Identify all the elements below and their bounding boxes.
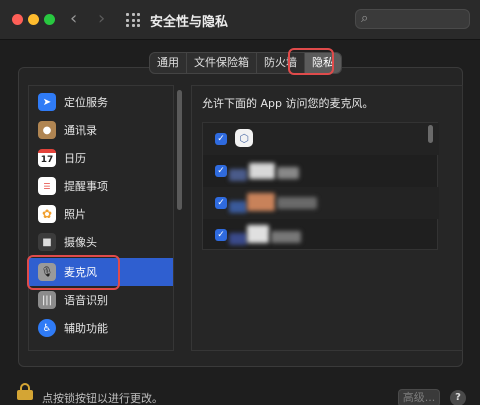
blurred-app-name [271, 231, 301, 243]
camera-icon: ■ [38, 233, 56, 251]
search-icon: ⌕ [361, 11, 369, 26]
zoom-window-button[interactable] [44, 14, 55, 25]
tab-filevault[interactable]: 文件保险箱 [187, 53, 257, 73]
app-checkbox[interactable]: ✓ [215, 229, 227, 241]
list-item[interactable]: ✓ ⬡ [203, 123, 439, 155]
back-chevron-icon[interactable]: ‹ [70, 9, 77, 29]
calendar-icon: 17 [38, 149, 56, 167]
reminders-icon: ☰ [38, 177, 56, 195]
sidebar-item-label: 定位服务 [64, 96, 108, 109]
blurred-app-icon [229, 169, 247, 181]
sidebar-item-label: 语音识别 [64, 294, 108, 307]
tab-general[interactable]: 通用 [150, 53, 187, 73]
blurred-app-name [249, 163, 275, 179]
sidebar-item-accessibility[interactable]: ♿ 辅助功能 [29, 314, 173, 342]
sidebar-item-label: 辅助功能 [64, 322, 108, 335]
sidebar-item-label: 提醒事项 [64, 180, 108, 193]
sidebar-item-photos[interactable]: ✿ 照片 [29, 200, 173, 228]
search-field[interactable]: ⌕ [355, 9, 470, 29]
sidebar-item-reminders[interactable]: ☰ 提醒事项 [29, 172, 173, 200]
sidebar-item-location-services[interactable]: ➤ 定位服务 [29, 88, 173, 116]
sidebar-item-contacts[interactable]: ● 通讯录 [29, 116, 173, 144]
forward-chevron-icon[interactable]: › [98, 9, 105, 29]
sidebar-item-camera[interactable]: ■ 摄像头 [29, 228, 173, 256]
advanced-button[interactable]: 高级... [398, 389, 440, 405]
sidebar-item-label: 摄像头 [64, 236, 97, 249]
sidebar-item-label: 通讯录 [64, 124, 97, 137]
app-checkbox[interactable]: ✓ [215, 197, 227, 209]
blurred-app-name [247, 225, 269, 243]
sidebar-item-speech-recognition[interactable]: ||| 语音识别 [29, 286, 173, 314]
privacy-sidebar: ➤ 定位服务 ● 通讯录 17 日历 ☰ 提醒事项 ✿ 照片 ■ 摄像头 🎙 麦… [28, 85, 174, 351]
sidebar-item-label: 日历 [64, 152, 86, 165]
close-window-button[interactable] [12, 14, 23, 25]
blurred-app-name [247, 193, 275, 211]
photos-icon: ✿ [38, 205, 56, 223]
sidebar-item-label: 照片 [64, 208, 86, 221]
app-checkbox[interactable]: ✓ [215, 133, 227, 145]
blurred-app-name [277, 197, 317, 209]
blurred-app-icon [229, 233, 247, 245]
lock-icon[interactable] [17, 383, 33, 400]
sidebar-item-calendar[interactable]: 17 日历 [29, 144, 173, 172]
list-item[interactable]: ✓ [203, 187, 439, 219]
app-icon: ⬡ [235, 129, 253, 147]
contacts-icon: ● [38, 121, 56, 139]
window-titlebar: ‹ › 安全性与隐私 ⌕ [0, 0, 480, 40]
app-list-scroll-thumb[interactable] [428, 125, 433, 143]
lock-hint-text: 点按锁按钮以进行更改。 [42, 392, 163, 405]
list-item[interactable]: ✓ [203, 155, 439, 187]
minimize-window-button[interactable] [28, 14, 39, 25]
help-button[interactable]: ? [450, 390, 466, 405]
location-arrow-icon: ➤ [38, 93, 56, 111]
tab-highlight-annotation [288, 48, 334, 75]
app-checkbox[interactable]: ✓ [215, 165, 227, 177]
sidebar-scroll-thumb[interactable] [177, 90, 182, 210]
blurred-app-icon [229, 201, 247, 213]
app-permission-list: ✓ ⬡ ✓ ✓ ✓ [202, 122, 439, 251]
blurred-app-name [277, 167, 299, 179]
show-all-grid-icon[interactable] [126, 13, 140, 27]
list-item[interactable]: ✓ [203, 219, 439, 251]
microphone-highlight-annotation [27, 255, 120, 290]
permission-heading: 允许下面的 App 访问您的麦克风。 [202, 97, 374, 110]
window-title: 安全性与隐私 [150, 15, 229, 30]
accessibility-icon: ♿ [38, 319, 56, 337]
speech-recognition-icon: ||| [38, 291, 56, 309]
